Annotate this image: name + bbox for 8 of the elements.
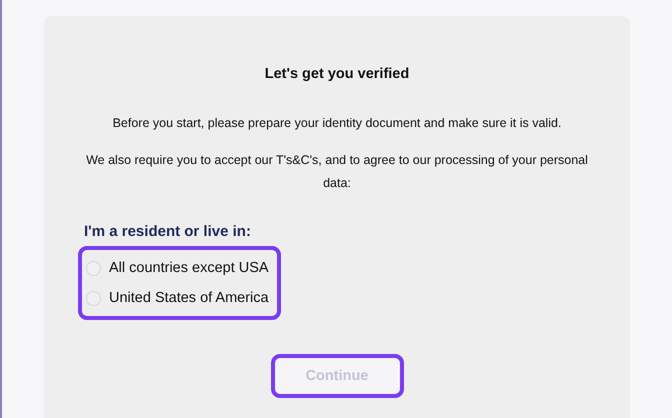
page-title: Let's get you verified (264, 66, 410, 82)
residence-label: I'm a resident or live in: (84, 223, 251, 240)
option-label[interactable]: All countries except USA (109, 260, 269, 276)
instruction-text: Before you start, please prepare your identity document and make sure it is valid. (112, 115, 562, 132)
radio-button[interactable] (86, 260, 101, 276)
option-label[interactable]: United States of America (109, 290, 269, 306)
radio-button[interactable] (86, 290, 101, 306)
instruction-text: We also require you to accept our T's&C's, and to agree to our processing of your personal data: (85, 152, 589, 192)
